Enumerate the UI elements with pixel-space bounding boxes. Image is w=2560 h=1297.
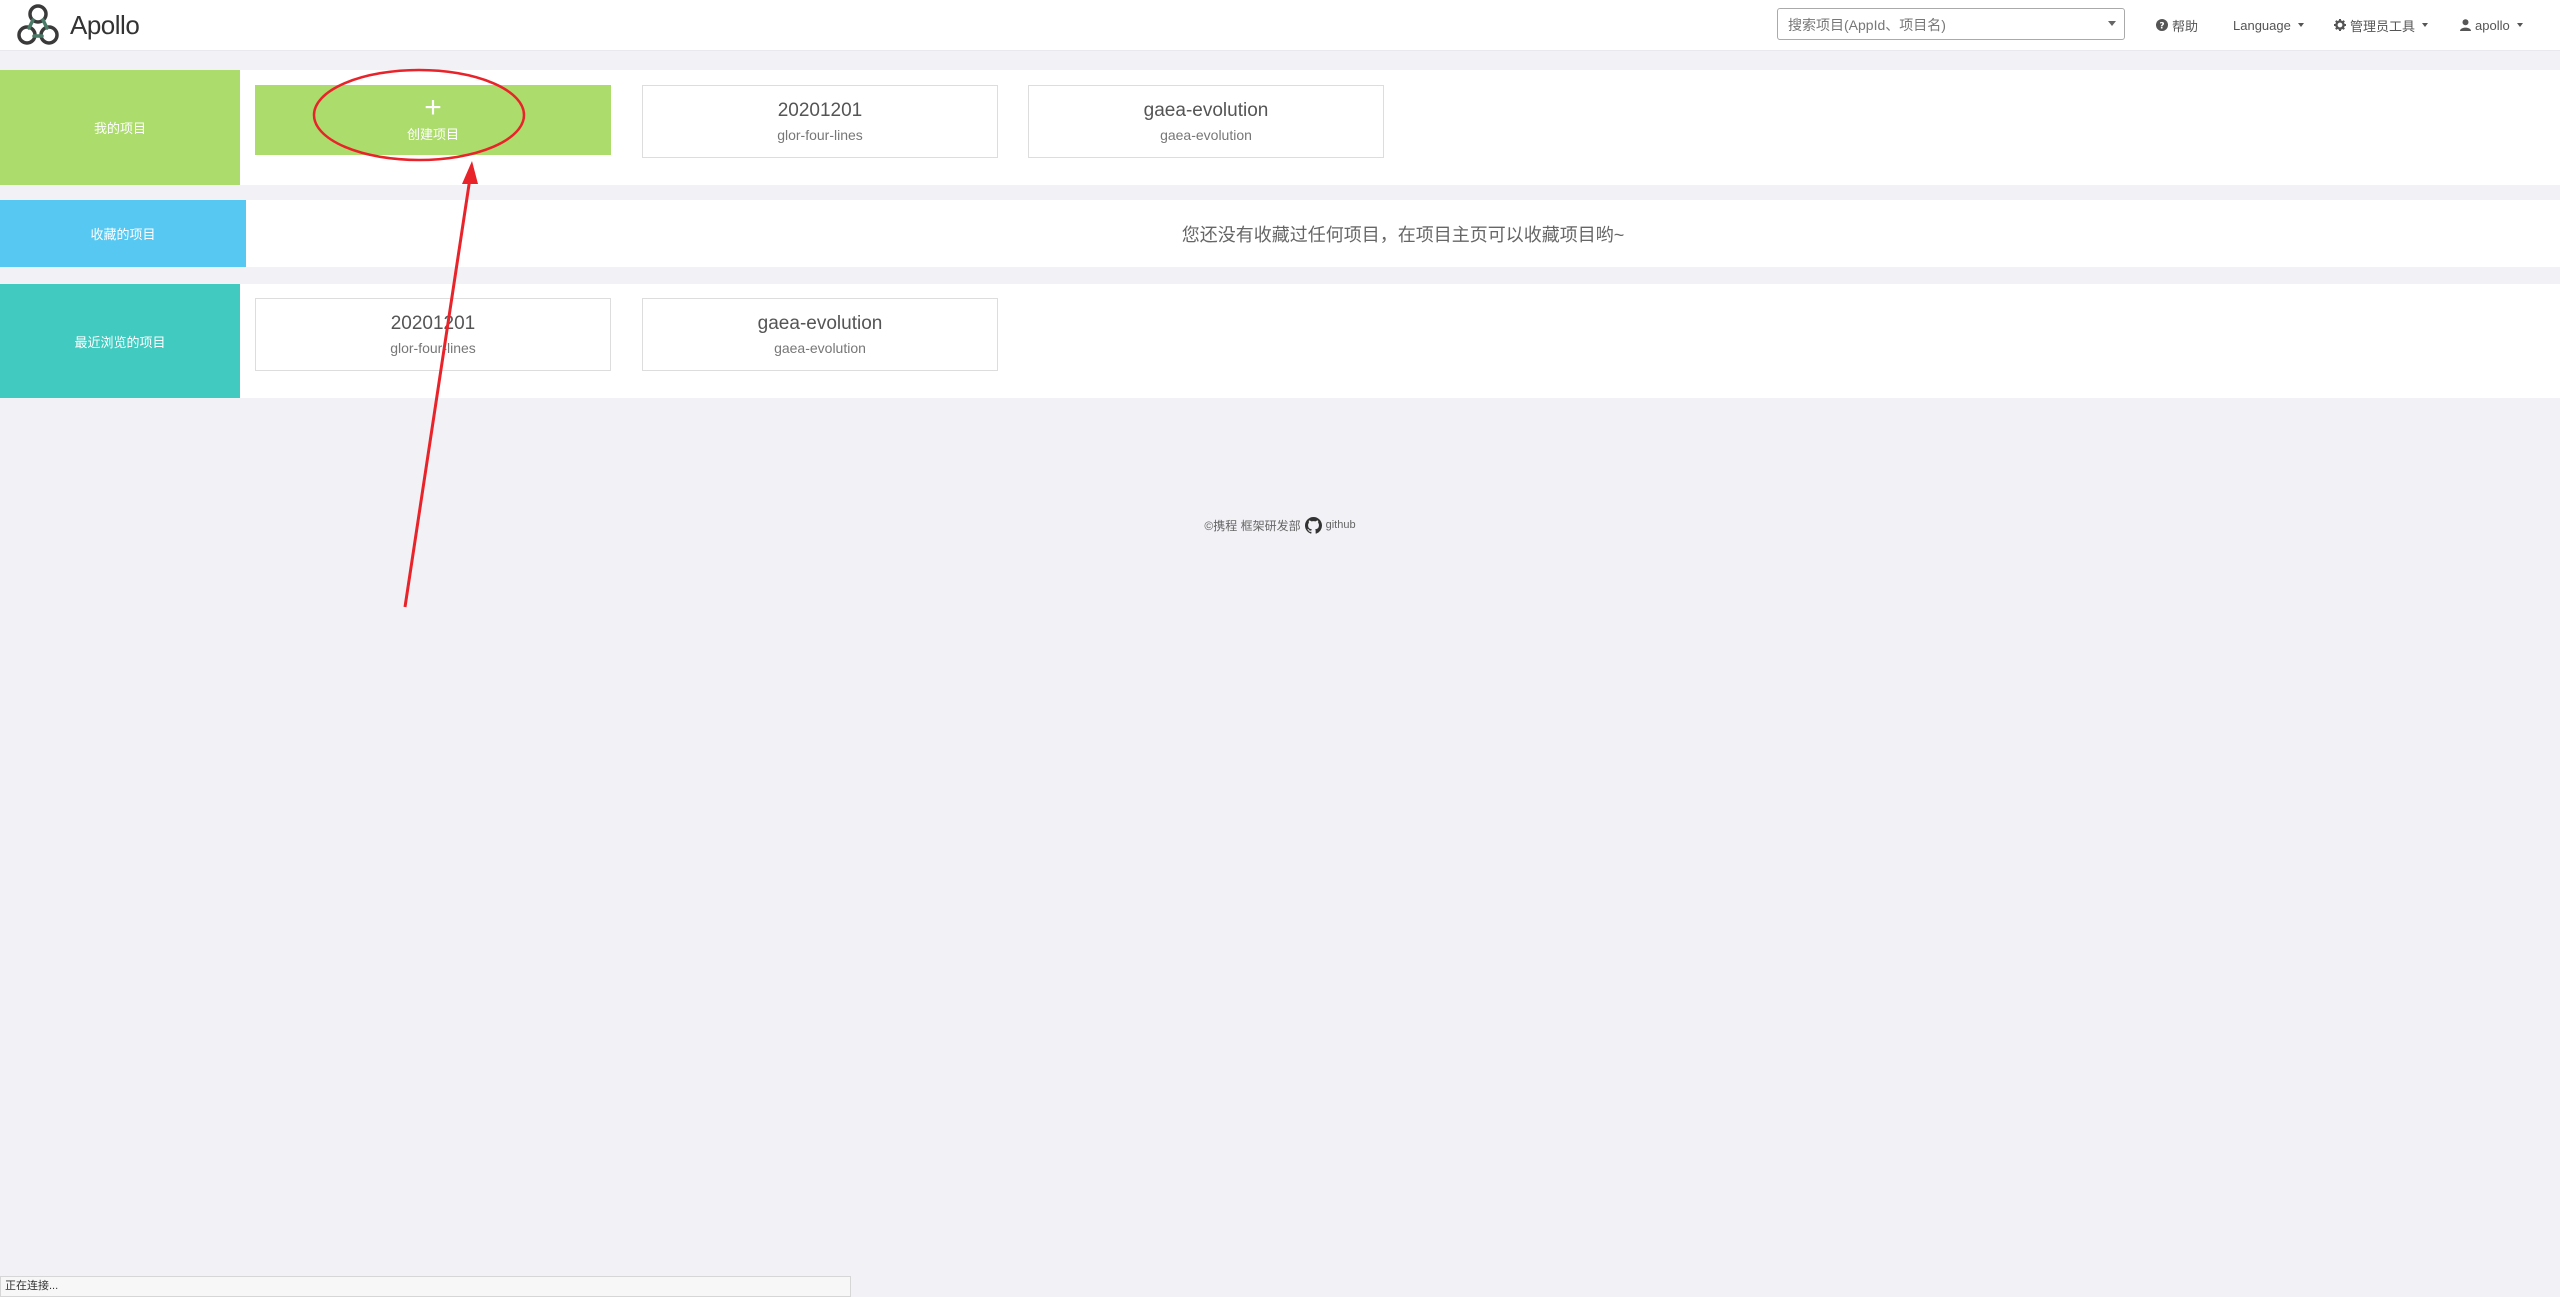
project-card-subtitle: glor-four-lines <box>777 126 863 143</box>
apollo-logo[interactable]: Apollo <box>12 2 140 48</box>
my-projects-section: 我的项目 + 创建项目 20201201 glor-four-lines gae… <box>0 70 2560 185</box>
plus-icon: + <box>424 91 442 124</box>
admin-tools-label: 管理员工具 <box>2350 18 2416 34</box>
recent-projects-section: 最近浏览的项目 20201201 glor-four-lines gaea-ev… <box>0 284 2560 398</box>
github-link[interactable]: github <box>1326 519 1356 531</box>
project-card[interactable]: 20201201 glor-four-lines <box>642 85 998 158</box>
user-label: apollo <box>2475 17 2510 33</box>
github-icon[interactable] <box>1304 516 1322 534</box>
project-card[interactable]: gaea-evolution gaea-evolution <box>642 298 998 371</box>
brand-name: Apollo <box>70 9 140 40</box>
project-card[interactable]: 20201201 glor-four-lines <box>255 298 611 371</box>
caret-down-icon <box>2422 23 2429 27</box>
favorites-label: 收藏的项目 <box>0 200 246 267</box>
gear-icon <box>2334 19 2346 31</box>
recent-projects-label: 最近浏览的项目 <box>0 284 240 398</box>
apollo-portal-page: Apollo ? 帮助 Language <box>0 0 2560 1297</box>
help-link[interactable]: ? 帮助 <box>2156 0 2198 50</box>
project-card-title: 20201201 <box>390 312 476 334</box>
svg-text:?: ? <box>2159 22 2164 32</box>
project-card-subtitle: gaea-evolution <box>774 339 866 356</box>
create-project-button[interactable]: + 创建项目 <box>255 85 611 155</box>
apollo-logo-icon <box>17 4 59 45</box>
project-card[interactable]: gaea-evolution gaea-evolution <box>1028 85 1384 158</box>
chevron-down-icon[interactable] <box>2108 21 2116 26</box>
user-dropdown[interactable]: apollo <box>2460 0 2523 50</box>
annotation-overlay <box>312 68 526 608</box>
caret-down-icon <box>2297 23 2304 27</box>
project-card-title: gaea-evolution <box>1143 99 1269 121</box>
page-footer: ©携程 框架研发部 github <box>0 510 2560 540</box>
favorites-empty-message: 您还没有收藏过任何项目，在项目主页可以收藏项目哟~ <box>1181 224 1625 245</box>
language-label: Language <box>2233 17 2291 33</box>
project-card-title: 20201201 <box>777 99 863 121</box>
project-card-subtitle: glor-four-lines <box>390 339 476 356</box>
question-circle-icon: ? <box>2156 19 2168 31</box>
admin-tools-dropdown[interactable]: 管理员工具 <box>2334 0 2429 50</box>
search-input[interactable] <box>1786 10 2100 40</box>
project-card-title: gaea-evolution <box>757 312 883 334</box>
copyright-text: ©携程 框架研发部 <box>1204 518 1301 533</box>
user-icon <box>2460 19 2471 31</box>
top-navbar: Apollo ? 帮助 Language <box>0 0 2560 51</box>
create-project-label: 创建项目 <box>406 127 459 142</box>
project-card-subtitle: gaea-evolution <box>1160 126 1252 143</box>
caret-down-icon <box>2516 23 2523 27</box>
browser-status-bar: 正在连接... <box>0 1276 851 1297</box>
help-label: 帮助 <box>2172 18 2199 34</box>
language-dropdown[interactable]: Language <box>2233 0 2304 50</box>
project-search[interactable] <box>1777 8 2125 40</box>
my-projects-label: 我的项目 <box>0 70 240 185</box>
favorites-section: 收藏的项目 您还没有收藏过任何项目，在项目主页可以收藏项目哟~ <box>0 200 2560 267</box>
